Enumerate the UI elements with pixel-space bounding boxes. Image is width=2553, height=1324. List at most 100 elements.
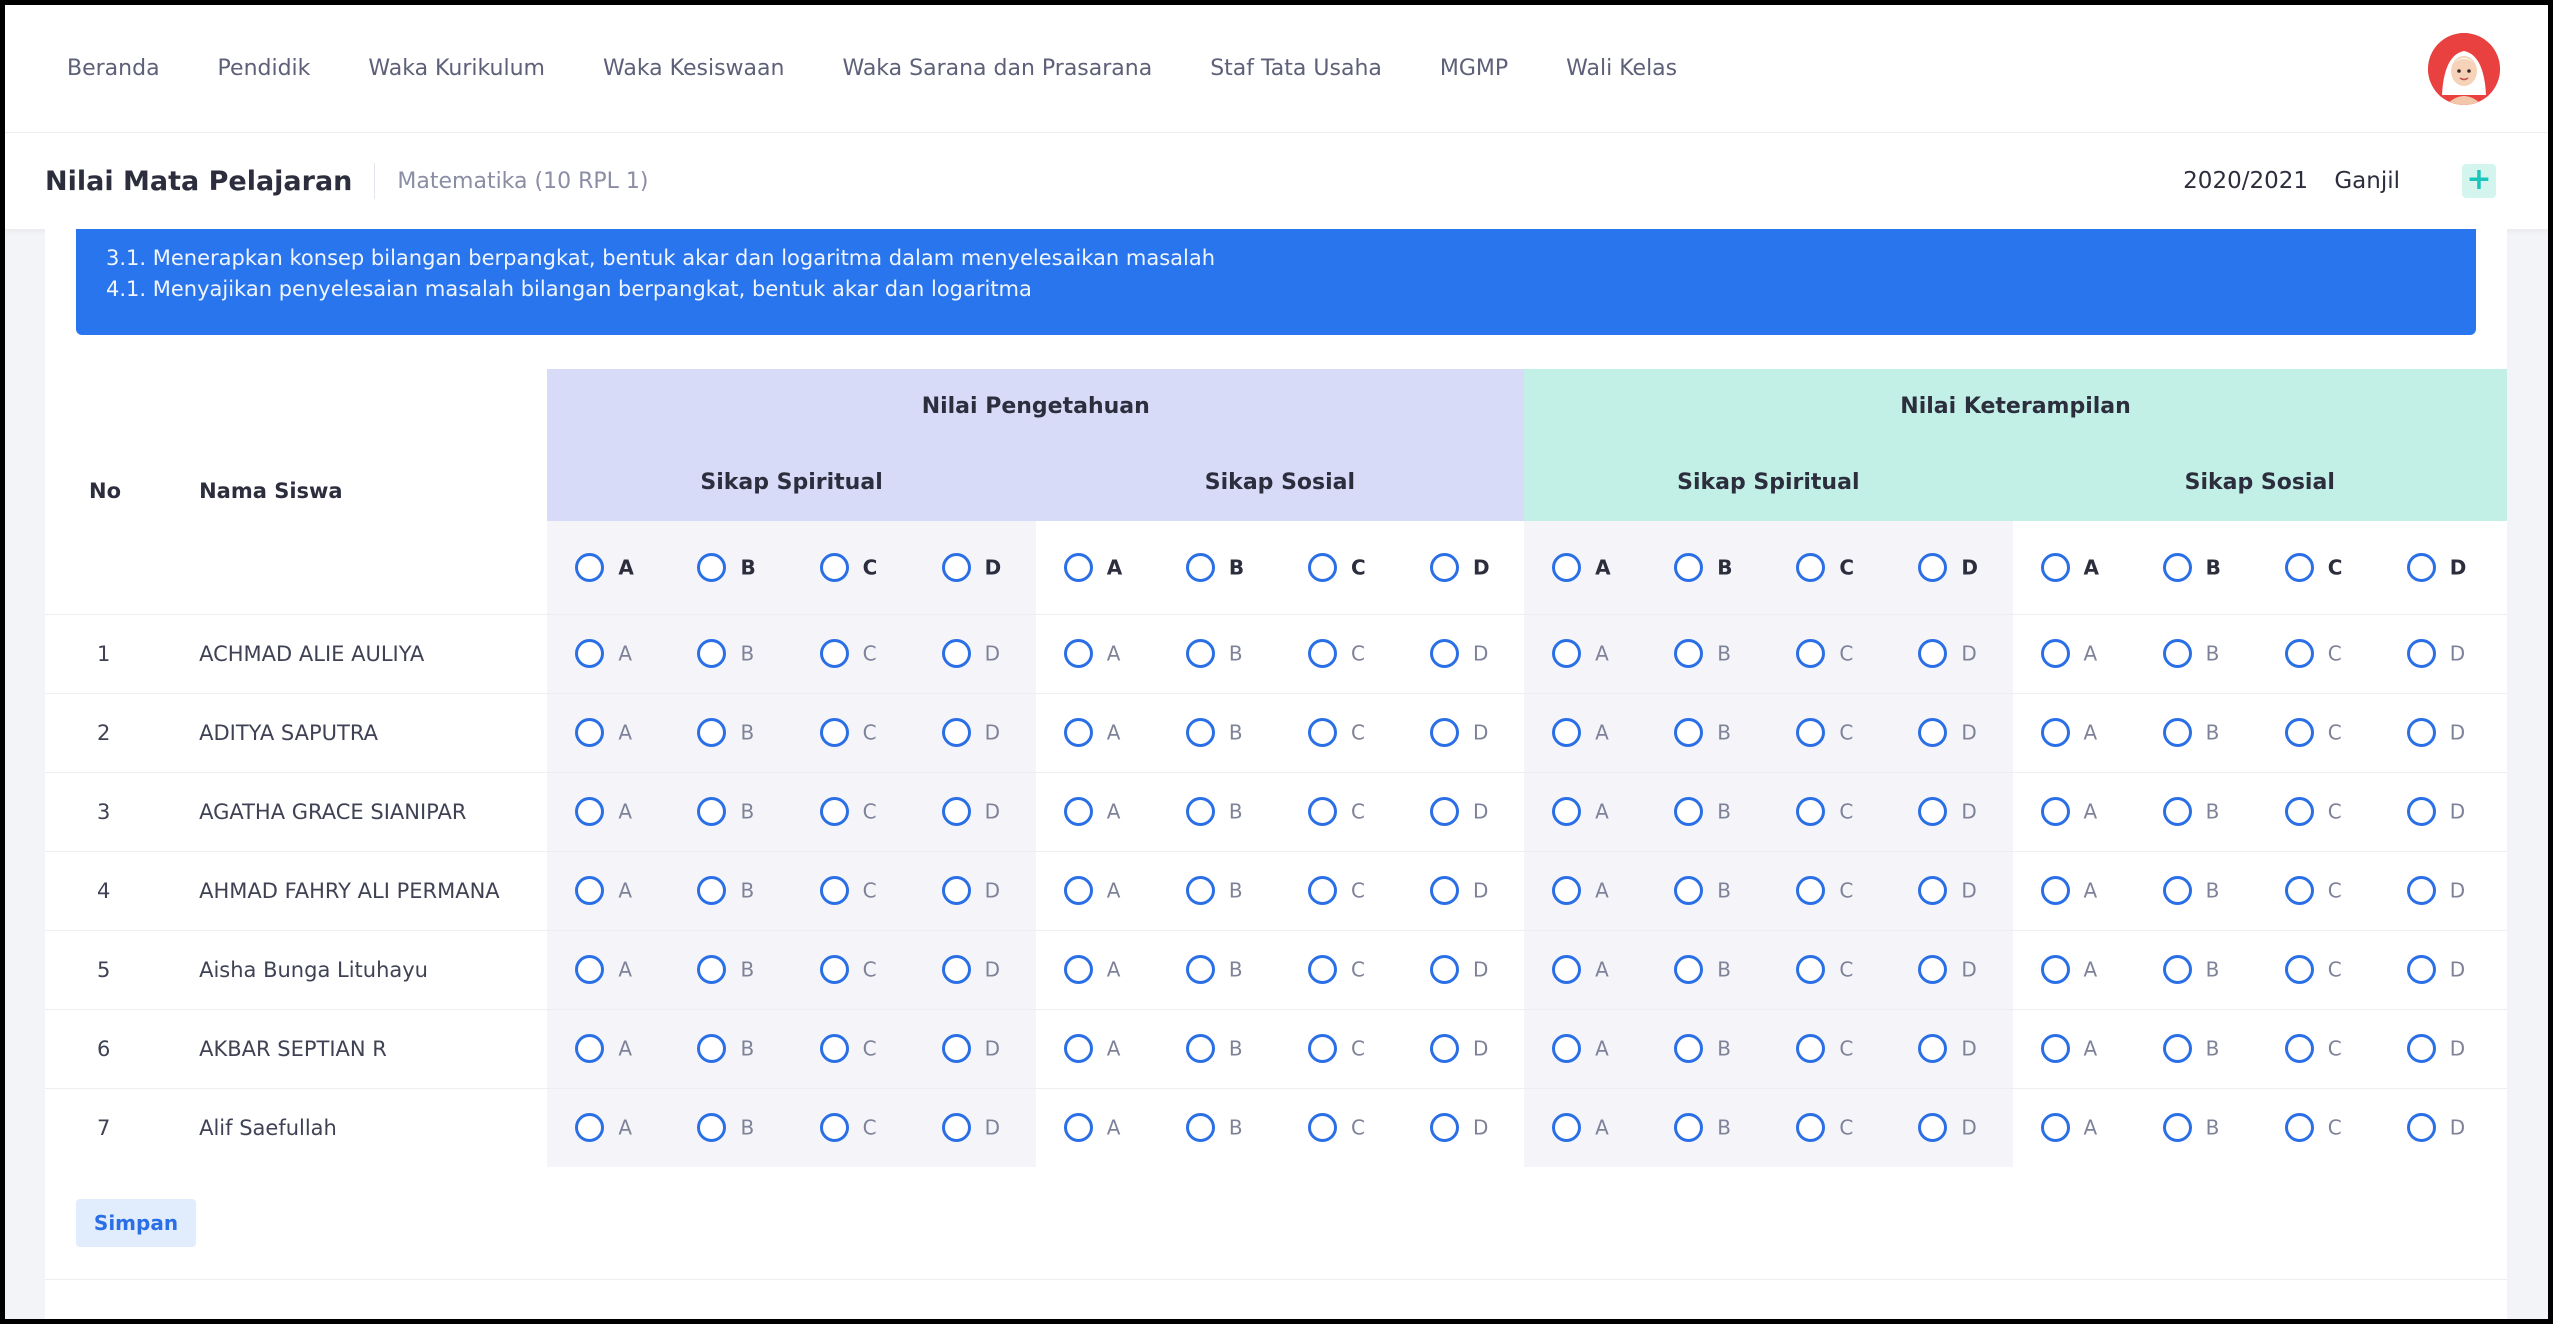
keterampilan-spiritual-radio-c[interactable] — [1796, 876, 1826, 905]
keterampilan-sosial-radio-c[interactable] — [2284, 955, 2314, 984]
pengetahuan-spiritual-radio-c[interactable] — [819, 876, 849, 905]
keterampilan-sosial-radio-d[interactable] — [2406, 1034, 2436, 1063]
pengetahuan-spiritual-radio-a[interactable] — [575, 955, 605, 984]
keterampilan-sosial-radio-d[interactable] — [2406, 876, 2436, 905]
semester[interactable]: Ganjil — [2334, 168, 2400, 194]
pengetahuan-spiritual-radio-c[interactable] — [819, 639, 849, 668]
pengetahuan-spiritual-radio-a[interactable] — [575, 1034, 605, 1063]
keterampilan-spiritual-radio-a[interactable] — [1552, 1113, 1582, 1143]
pengetahuan-spiritual-radio-d[interactable] — [941, 876, 971, 905]
pengetahuan-sosial-radio-a[interactable] — [1063, 1113, 1093, 1143]
pengetahuan-spiritual-radio-a[interactable] — [575, 1113, 605, 1143]
pengetahuan-sosial-radio-d[interactable] — [1430, 718, 1460, 747]
pengetahuan-spiritual-radio-b[interactable] — [697, 876, 727, 905]
select-all-pengetahuan-spiritual-radio-c[interactable] — [819, 552, 849, 582]
pengetahuan-sosial-radio-d[interactable] — [1430, 876, 1460, 905]
pengetahuan-sosial-radio-d[interactable] — [1430, 1113, 1460, 1143]
keterampilan-sosial-radio-a[interactable] — [2040, 718, 2070, 747]
pengetahuan-spiritual-radio-c[interactable] — [819, 955, 849, 984]
keterampilan-spiritual-radio-a[interactable] — [1552, 876, 1582, 905]
keterampilan-sosial-radio-c[interactable] — [2284, 1034, 2314, 1063]
keterampilan-sosial-radio-c[interactable] — [2284, 639, 2314, 668]
keterampilan-sosial-radio-d[interactable] — [2406, 797, 2436, 826]
keterampilan-sosial-radio-a[interactable] — [2040, 876, 2070, 905]
keterampilan-spiritual-radio-d[interactable] — [1918, 876, 1948, 905]
pengetahuan-sosial-radio-c[interactable] — [1307, 718, 1337, 747]
pengetahuan-sosial-radio-b[interactable] — [1185, 797, 1215, 826]
keterampilan-spiritual-radio-b[interactable] — [1674, 955, 1704, 984]
nav-item-waka-kurikulum[interactable]: Waka Kurikulum — [368, 56, 545, 81]
pengetahuan-sosial-radio-b[interactable] — [1185, 639, 1215, 668]
pengetahuan-spiritual-radio-b[interactable] — [697, 718, 727, 747]
select-all-keterampilan-sosial-radio-b[interactable] — [2162, 552, 2192, 582]
pengetahuan-sosial-radio-c[interactable] — [1307, 876, 1337, 905]
nav-item-pendidik[interactable]: Pendidik — [218, 56, 311, 81]
select-all-pengetahuan-sosial-radio-d[interactable] — [1430, 552, 1460, 582]
pengetahuan-sosial-radio-d[interactable] — [1430, 639, 1460, 668]
pengetahuan-sosial-radio-a[interactable] — [1063, 639, 1093, 668]
pengetahuan-sosial-radio-b[interactable] — [1185, 876, 1215, 905]
keterampilan-sosial-radio-a[interactable] — [2040, 639, 2070, 668]
pengetahuan-spiritual-radio-d[interactable] — [941, 955, 971, 984]
pengetahuan-spiritual-radio-d[interactable] — [941, 718, 971, 747]
user-avatar[interactable] — [2428, 33, 2500, 105]
select-all-pengetahuan-sosial-radio-b[interactable] — [1185, 552, 1215, 582]
pengetahuan-spiritual-radio-a[interactable] — [575, 876, 605, 905]
keterampilan-spiritual-radio-c[interactable] — [1796, 718, 1826, 747]
keterampilan-sosial-radio-d[interactable] — [2406, 639, 2436, 668]
pengetahuan-spiritual-radio-b[interactable] — [697, 1113, 727, 1143]
keterampilan-spiritual-radio-c[interactable] — [1796, 1034, 1826, 1063]
keterampilan-spiritual-radio-b[interactable] — [1674, 639, 1704, 668]
nav-item-wali-kelas[interactable]: Wali Kelas — [1566, 56, 1677, 81]
select-all-pengetahuan-sosial-radio-a[interactable] — [1063, 552, 1093, 582]
select-all-keterampilan-sosial-radio-d[interactable] — [2406, 552, 2436, 582]
keterampilan-sosial-radio-d[interactable] — [2406, 955, 2436, 984]
keterampilan-spiritual-radio-c[interactable] — [1796, 955, 1826, 984]
keterampilan-spiritual-radio-d[interactable] — [1918, 1034, 1948, 1063]
keterampilan-sosial-radio-c[interactable] — [2284, 1113, 2314, 1143]
keterampilan-sosial-radio-a[interactable] — [2040, 797, 2070, 826]
pengetahuan-sosial-radio-c[interactable] — [1307, 1034, 1337, 1063]
keterampilan-sosial-radio-a[interactable] — [2040, 1034, 2070, 1063]
select-all-keterampilan-sosial-radio-c[interactable] — [2284, 552, 2314, 582]
select-all-pengetahuan-sosial-radio-c[interactable] — [1307, 552, 1337, 582]
keterampilan-spiritual-radio-d[interactable] — [1918, 955, 1948, 984]
keterampilan-sosial-radio-c[interactable] — [2284, 718, 2314, 747]
pengetahuan-sosial-radio-b[interactable] — [1185, 955, 1215, 984]
keterampilan-sosial-radio-a[interactable] — [2040, 1113, 2070, 1143]
select-all-keterampilan-sosial-radio-a[interactable] — [2040, 552, 2070, 582]
pengetahuan-spiritual-radio-d[interactable] — [941, 797, 971, 826]
pengetahuan-sosial-radio-a[interactable] — [1063, 797, 1093, 826]
pengetahuan-spiritual-radio-b[interactable] — [697, 955, 727, 984]
pengetahuan-sosial-radio-a[interactable] — [1063, 876, 1093, 905]
pengetahuan-sosial-radio-c[interactable] — [1307, 1113, 1337, 1143]
pengetahuan-spiritual-radio-a[interactable] — [575, 797, 605, 826]
keterampilan-sosial-radio-b[interactable] — [2162, 797, 2192, 826]
select-all-keterampilan-spiritual-radio-c[interactable] — [1796, 552, 1826, 582]
keterampilan-spiritual-radio-b[interactable] — [1674, 876, 1704, 905]
pengetahuan-spiritual-radio-d[interactable] — [941, 1034, 971, 1063]
pengetahuan-spiritual-radio-a[interactable] — [575, 639, 605, 668]
keterampilan-spiritual-radio-a[interactable] — [1552, 718, 1582, 747]
keterampilan-sosial-radio-b[interactable] — [2162, 718, 2192, 747]
pengetahuan-sosial-radio-b[interactable] — [1185, 718, 1215, 747]
keterampilan-spiritual-radio-c[interactable] — [1796, 639, 1826, 668]
keterampilan-spiritual-radio-d[interactable] — [1918, 1113, 1948, 1143]
pengetahuan-sosial-radio-c[interactable] — [1307, 955, 1337, 984]
academic-year[interactable]: 2020/2021 — [2183, 168, 2308, 194]
select-all-pengetahuan-spiritual-radio-d[interactable] — [941, 552, 971, 582]
pengetahuan-sosial-radio-c[interactable] — [1307, 797, 1337, 826]
pengetahuan-spiritual-radio-c[interactable] — [819, 797, 849, 826]
pengetahuan-sosial-radio-d[interactable] — [1430, 955, 1460, 984]
pengetahuan-sosial-radio-b[interactable] — [1185, 1113, 1215, 1143]
select-all-keterampilan-spiritual-radio-b[interactable] — [1674, 552, 1704, 582]
keterampilan-spiritual-radio-a[interactable] — [1552, 639, 1582, 668]
keterampilan-spiritual-radio-b[interactable] — [1674, 718, 1704, 747]
pengetahuan-sosial-radio-a[interactable] — [1063, 1034, 1093, 1063]
pengetahuan-sosial-radio-c[interactable] — [1307, 639, 1337, 668]
keterampilan-spiritual-radio-d[interactable] — [1918, 639, 1948, 668]
pengetahuan-spiritual-radio-c[interactable] — [819, 718, 849, 747]
pengetahuan-spiritual-radio-b[interactable] — [697, 639, 727, 668]
pengetahuan-spiritual-radio-d[interactable] — [941, 1113, 971, 1143]
nav-item-waka-sarana[interactable]: Waka Sarana dan Prasarana — [842, 56, 1152, 81]
